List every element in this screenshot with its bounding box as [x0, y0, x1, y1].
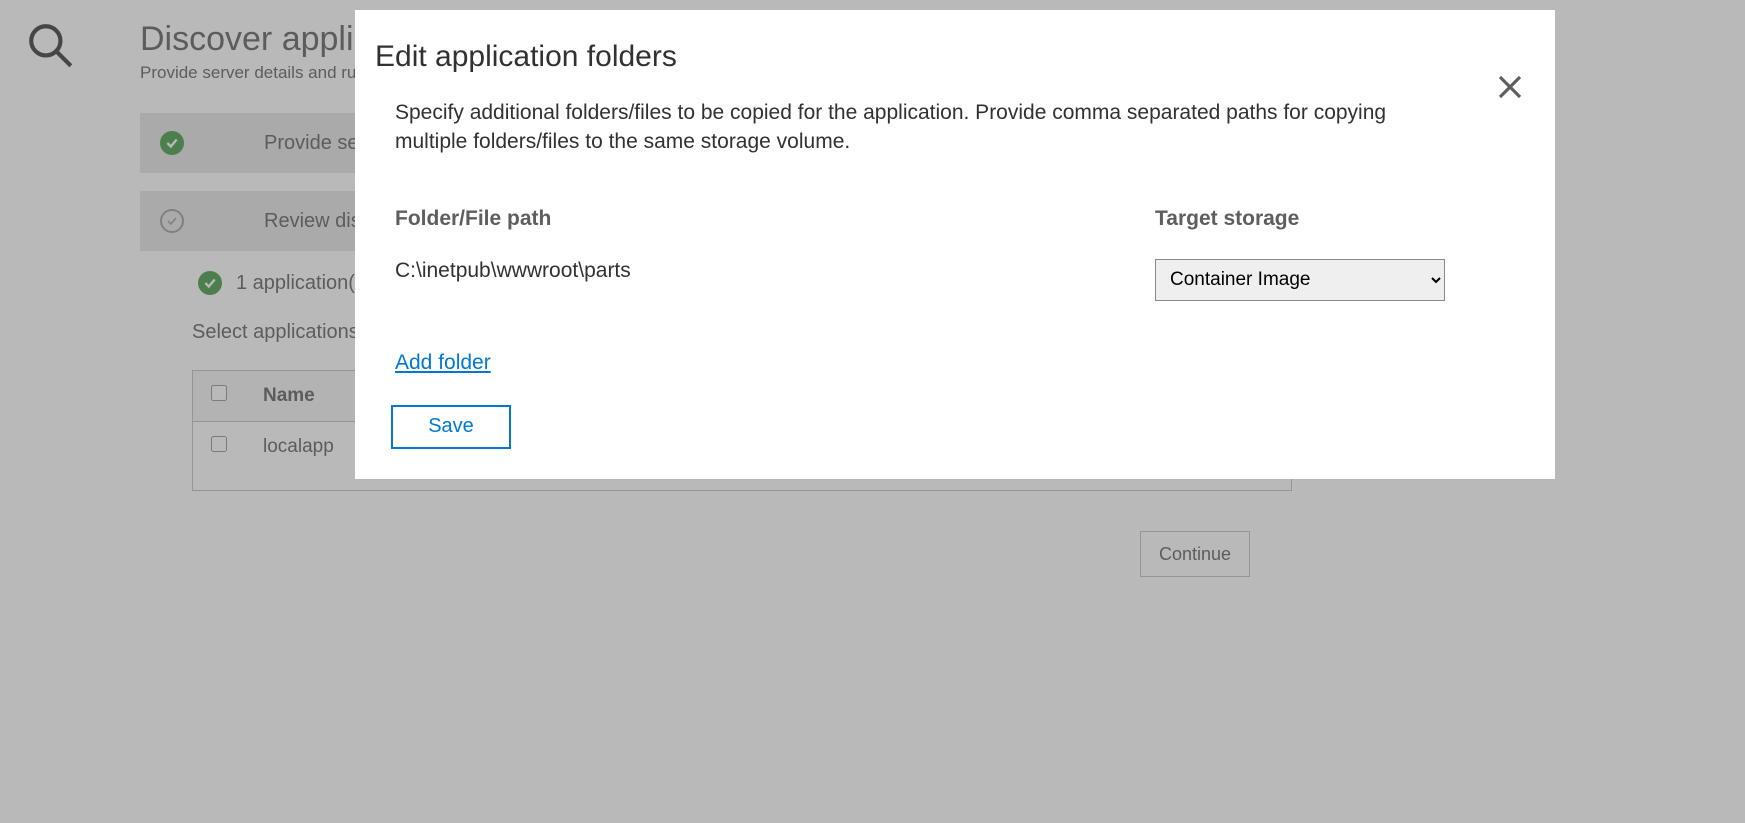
target-storage-select[interactable]: Container Image: [1155, 259, 1445, 301]
add-folder-link[interactable]: Add folder: [395, 351, 491, 375]
modal-overlay: Edit application folders Specify additio…: [0, 0, 1745, 823]
modal-description: Specify additional folders/files to be c…: [375, 98, 1455, 157]
save-button[interactable]: Save: [391, 405, 511, 449]
modal-title: Edit application folders: [375, 40, 1515, 74]
target-storage-header: Target storage: [1155, 207, 1475, 231]
folder-path-value: C:\inetpub\wwwroot\parts: [395, 259, 1015, 283]
close-icon[interactable]: [1495, 72, 1525, 102]
folder-path-header: Folder/File path: [395, 207, 1015, 231]
edit-application-folders-modal: Edit application folders Specify additio…: [355, 10, 1555, 479]
